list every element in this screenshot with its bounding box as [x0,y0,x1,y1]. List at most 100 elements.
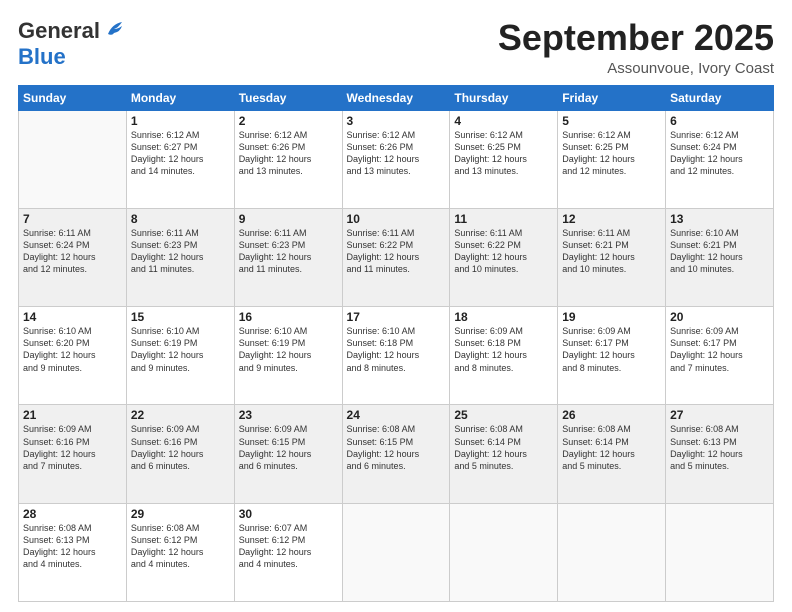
header-monday: Monday [126,85,234,110]
table-row: 21Sunrise: 6:09 AM Sunset: 6:16 PM Dayli… [19,405,127,503]
day-number: 22 [131,408,230,422]
day-number: 1 [131,114,230,128]
calendar-week-row: 21Sunrise: 6:09 AM Sunset: 6:16 PM Dayli… [19,405,774,503]
month-title: September 2025 [498,18,774,58]
table-row: 18Sunrise: 6:09 AM Sunset: 6:18 PM Dayli… [450,307,558,405]
table-row: 30Sunrise: 6:07 AM Sunset: 6:12 PM Dayli… [234,503,342,601]
day-info: Sunrise: 6:11 AM Sunset: 6:22 PM Dayligh… [347,227,446,276]
day-info: Sunrise: 6:10 AM Sunset: 6:19 PM Dayligh… [131,325,230,374]
day-number: 9 [239,212,338,226]
day-info: Sunrise: 6:11 AM Sunset: 6:21 PM Dayligh… [562,227,661,276]
table-row: 29Sunrise: 6:08 AM Sunset: 6:12 PM Dayli… [126,503,234,601]
day-info: Sunrise: 6:12 AM Sunset: 6:25 PM Dayligh… [454,129,553,178]
header-sunday: Sunday [19,85,127,110]
day-info: Sunrise: 6:09 AM Sunset: 6:16 PM Dayligh… [23,423,122,472]
day-number: 6 [670,114,769,128]
day-info: Sunrise: 6:08 AM Sunset: 6:13 PM Dayligh… [670,423,769,472]
header-thursday: Thursday [450,85,558,110]
table-row: 10Sunrise: 6:11 AM Sunset: 6:22 PM Dayli… [342,208,450,306]
table-row: 2Sunrise: 6:12 AM Sunset: 6:26 PM Daylig… [234,110,342,208]
table-row: 23Sunrise: 6:09 AM Sunset: 6:15 PM Dayli… [234,405,342,503]
title-block: September 2025 Assounvoue, Ivory Coast [498,18,774,77]
table-row: 19Sunrise: 6:09 AM Sunset: 6:17 PM Dayli… [558,307,666,405]
header-wednesday: Wednesday [342,85,450,110]
header-friday: Friday [558,85,666,110]
day-number: 21 [23,408,122,422]
table-row: 22Sunrise: 6:09 AM Sunset: 6:16 PM Dayli… [126,405,234,503]
table-row: 15Sunrise: 6:10 AM Sunset: 6:19 PM Dayli… [126,307,234,405]
day-number: 19 [562,310,661,324]
day-info: Sunrise: 6:11 AM Sunset: 6:23 PM Dayligh… [131,227,230,276]
table-row: 24Sunrise: 6:08 AM Sunset: 6:15 PM Dayli… [342,405,450,503]
day-info: Sunrise: 6:08 AM Sunset: 6:13 PM Dayligh… [23,522,122,571]
table-row [19,110,127,208]
day-info: Sunrise: 6:09 AM Sunset: 6:18 PM Dayligh… [454,325,553,374]
day-info: Sunrise: 6:08 AM Sunset: 6:12 PM Dayligh… [131,522,230,571]
day-info: Sunrise: 6:12 AM Sunset: 6:24 PM Dayligh… [670,129,769,178]
table-row: 14Sunrise: 6:10 AM Sunset: 6:20 PM Dayli… [19,307,127,405]
day-info: Sunrise: 6:08 AM Sunset: 6:14 PM Dayligh… [562,423,661,472]
day-number: 25 [454,408,553,422]
location: Assounvoue, Ivory Coast [498,60,774,77]
day-info: Sunrise: 6:09 AM Sunset: 6:17 PM Dayligh… [670,325,769,374]
day-number: 7 [23,212,122,226]
day-number: 27 [670,408,769,422]
day-number: 17 [347,310,446,324]
table-row: 3Sunrise: 6:12 AM Sunset: 6:26 PM Daylig… [342,110,450,208]
table-row: 27Sunrise: 6:08 AM Sunset: 6:13 PM Dayli… [666,405,774,503]
day-info: Sunrise: 6:08 AM Sunset: 6:15 PM Dayligh… [347,423,446,472]
table-row [342,503,450,601]
logo-general: General [18,18,100,44]
day-number: 5 [562,114,661,128]
day-info: Sunrise: 6:11 AM Sunset: 6:22 PM Dayligh… [454,227,553,276]
day-number: 8 [131,212,230,226]
day-number: 16 [239,310,338,324]
day-number: 14 [23,310,122,324]
calendar-week-row: 28Sunrise: 6:08 AM Sunset: 6:13 PM Dayli… [19,503,774,601]
table-row: 7Sunrise: 6:11 AM Sunset: 6:24 PM Daylig… [19,208,127,306]
day-number: 2 [239,114,338,128]
day-info: Sunrise: 6:07 AM Sunset: 6:12 PM Dayligh… [239,522,338,571]
table-row: 13Sunrise: 6:10 AM Sunset: 6:21 PM Dayli… [666,208,774,306]
table-row: 25Sunrise: 6:08 AM Sunset: 6:14 PM Dayli… [450,405,558,503]
day-info: Sunrise: 6:12 AM Sunset: 6:27 PM Dayligh… [131,129,230,178]
day-info: Sunrise: 6:10 AM Sunset: 6:19 PM Dayligh… [239,325,338,374]
day-number: 20 [670,310,769,324]
logo-blue: Blue [18,44,66,69]
header: General Blue September 2025 Assounvoue, … [18,18,774,77]
day-number: 13 [670,212,769,226]
calendar: Sunday Monday Tuesday Wednesday Thursday… [18,85,774,602]
day-info: Sunrise: 6:11 AM Sunset: 6:23 PM Dayligh… [239,227,338,276]
table-row: 12Sunrise: 6:11 AM Sunset: 6:21 PM Dayli… [558,208,666,306]
day-number: 3 [347,114,446,128]
table-row: 16Sunrise: 6:10 AM Sunset: 6:19 PM Dayli… [234,307,342,405]
table-row: 9Sunrise: 6:11 AM Sunset: 6:23 PM Daylig… [234,208,342,306]
day-info: Sunrise: 6:09 AM Sunset: 6:17 PM Dayligh… [562,325,661,374]
logo: General Blue [18,18,126,70]
table-row: 26Sunrise: 6:08 AM Sunset: 6:14 PM Dayli… [558,405,666,503]
day-number: 10 [347,212,446,226]
day-info: Sunrise: 6:09 AM Sunset: 6:15 PM Dayligh… [239,423,338,472]
table-row: 4Sunrise: 6:12 AM Sunset: 6:25 PM Daylig… [450,110,558,208]
day-number: 15 [131,310,230,324]
day-info: Sunrise: 6:09 AM Sunset: 6:16 PM Dayligh… [131,423,230,472]
table-row [666,503,774,601]
table-row: 20Sunrise: 6:09 AM Sunset: 6:17 PM Dayli… [666,307,774,405]
day-info: Sunrise: 6:12 AM Sunset: 6:26 PM Dayligh… [347,129,446,178]
day-info: Sunrise: 6:10 AM Sunset: 6:18 PM Dayligh… [347,325,446,374]
day-number: 23 [239,408,338,422]
day-number: 24 [347,408,446,422]
table-row [558,503,666,601]
day-number: 28 [23,507,122,521]
logo-bird-icon [104,20,126,38]
table-row [450,503,558,601]
day-info: Sunrise: 6:08 AM Sunset: 6:14 PM Dayligh… [454,423,553,472]
table-row: 6Sunrise: 6:12 AM Sunset: 6:24 PM Daylig… [666,110,774,208]
day-info: Sunrise: 6:12 AM Sunset: 6:25 PM Dayligh… [562,129,661,178]
day-number: 26 [562,408,661,422]
day-info: Sunrise: 6:10 AM Sunset: 6:21 PM Dayligh… [670,227,769,276]
day-number: 11 [454,212,553,226]
calendar-week-row: 7Sunrise: 6:11 AM Sunset: 6:24 PM Daylig… [19,208,774,306]
calendar-header-row: Sunday Monday Tuesday Wednesday Thursday… [19,85,774,110]
day-number: 12 [562,212,661,226]
